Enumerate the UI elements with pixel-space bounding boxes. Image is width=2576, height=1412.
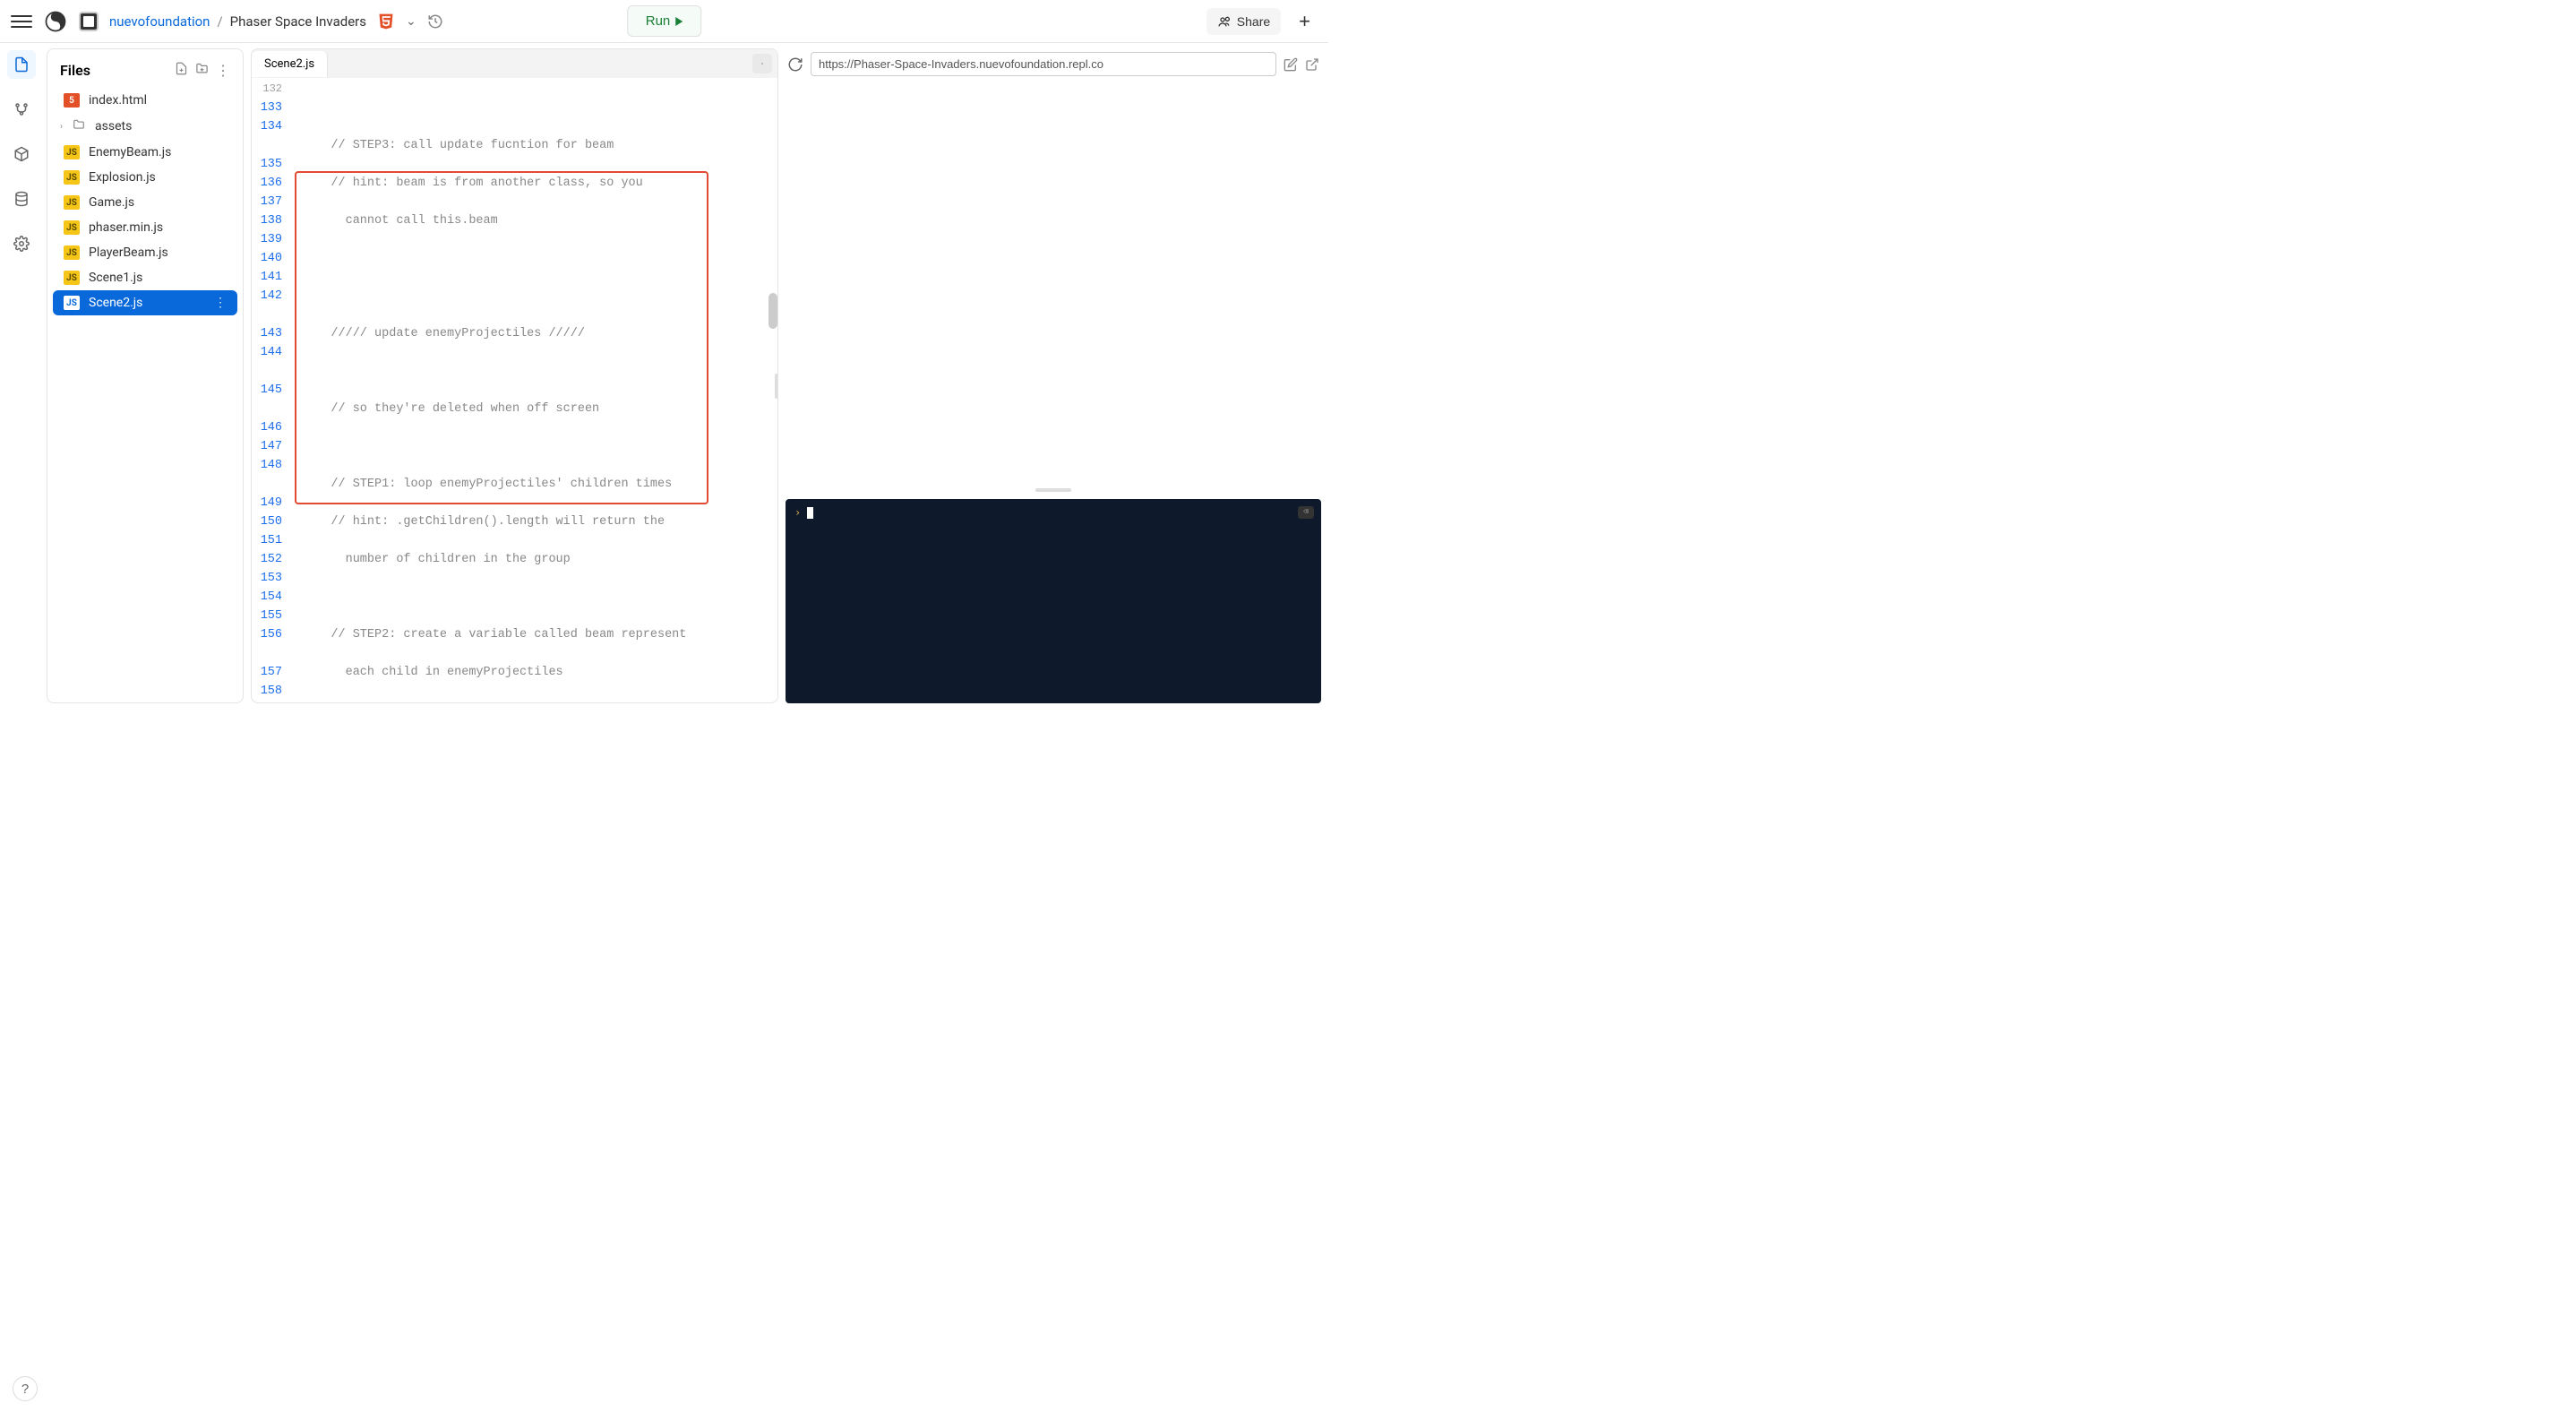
html5-icon: 5 <box>64 93 80 108</box>
line-gutter: 132 133 134 135 136 137 138 139 140 141 … <box>252 78 289 702</box>
open-external-icon[interactable] <box>1305 57 1319 72</box>
play-icon <box>675 17 683 26</box>
refresh-icon[interactable] <box>787 56 803 73</box>
files-panel: Files ⋮ 5index.html ›assets JSEnemyBeam.… <box>47 48 244 703</box>
file-scene1[interactable]: JSScene1.js <box>53 265 237 290</box>
preview-iframe[interactable] <box>786 85 1321 481</box>
share-icon <box>1217 14 1232 29</box>
folder-assets[interactable]: ›assets <box>53 113 237 140</box>
breadcrumb: nuevofoundation / Phaser Space Invaders <box>109 13 366 30</box>
file-more-icon[interactable]: ⋮ <box>214 296 227 310</box>
code-editor[interactable]: 132 133 134 135 136 137 138 139 140 141 … <box>252 78 777 702</box>
preview-header <box>786 48 1321 80</box>
console[interactable]: › ⌫ <box>786 499 1321 703</box>
js-icon: JS <box>64 195 80 210</box>
js-icon: JS <box>64 245 80 260</box>
chevron-down-icon[interactable]: ⌄ <box>406 14 416 29</box>
files-header: Files ⋮ <box>47 56 243 88</box>
console-prompt: › <box>794 506 801 519</box>
code-content[interactable]: // STEP3: call update fucntion for beam … <box>289 78 777 702</box>
new-folder-icon[interactable] <box>195 62 209 79</box>
tab-scene2[interactable]: Scene2.js <box>252 51 328 77</box>
files-more-icon[interactable]: ⋮ <box>216 62 230 79</box>
drag-handle-icon[interactable] <box>1035 488 1071 492</box>
share-label: Share <box>1237 14 1270 29</box>
editor-tabs: Scene2.js <box>252 49 777 78</box>
chevron-right-icon: › <box>60 122 63 132</box>
replit-logo-icon[interactable] <box>43 9 68 34</box>
editor-area: Scene2.js 132 133 134 135 136 137 138 13… <box>251 48 778 703</box>
file-phasermin[interactable]: JSphaser.min.js <box>53 215 237 240</box>
owner-link[interactable]: nuevofoundation <box>109 13 210 30</box>
rail-settings-icon[interactable] <box>7 229 36 258</box>
history-icon[interactable] <box>427 13 443 30</box>
file-game[interactable]: JSGame.js <box>53 190 237 215</box>
console-cursor <box>807 507 813 519</box>
left-rail <box>0 43 43 709</box>
folder-icon <box>72 118 86 134</box>
file-index-html[interactable]: 5index.html <box>53 88 237 113</box>
rail-database-icon[interactable] <box>7 185 36 213</box>
run-label: Run <box>646 13 671 29</box>
breadcrumb-separator: / <box>217 13 222 30</box>
rail-version-icon[interactable] <box>7 95 36 124</box>
edit-icon[interactable] <box>1284 57 1298 72</box>
file-enemybeam[interactable]: JSEnemyBeam.js <box>53 140 237 165</box>
js-icon: JS <box>64 296 80 310</box>
preview-url-input[interactable] <box>811 52 1276 76</box>
share-button[interactable]: Share <box>1206 8 1281 35</box>
rail-files-icon[interactable] <box>7 50 36 79</box>
scrollbar-thumb[interactable] <box>769 293 777 329</box>
rail-packages-icon[interactable] <box>7 140 36 168</box>
help-button[interactable]: ? <box>13 1376 38 1401</box>
top-header: nuevofoundation / Phaser Space Invaders … <box>0 0 1328 43</box>
js-icon: JS <box>64 170 80 185</box>
js-icon: JS <box>64 145 80 159</box>
run-button[interactable]: Run <box>627 5 702 37</box>
preview-area: › ⌫ <box>786 48 1321 703</box>
project-name[interactable]: Phaser Space Invaders <box>230 13 366 30</box>
highlight-box <box>295 171 708 504</box>
header-right: Share + <box>1206 6 1318 37</box>
file-playerbeam[interactable]: JSPlayerBeam.js <box>53 240 237 265</box>
main-content: Files ⋮ 5index.html ›assets JSEnemyBeam.… <box>0 43 1328 709</box>
resize-handle[interactable] <box>775 374 777 399</box>
file-scene2[interactable]: JSScene2.js⋮ <box>53 290 237 315</box>
project-avatar-icon[interactable] <box>79 12 99 31</box>
add-button[interactable]: + <box>1292 6 1318 37</box>
files-title: Files <box>60 62 167 79</box>
js-icon: JS <box>64 271 80 285</box>
console-close-icon[interactable]: ⌫ <box>1298 506 1314 519</box>
file-explosion[interactable]: JSExplosion.js <box>53 165 237 190</box>
js-icon: JS <box>64 220 80 235</box>
html5-icon <box>377 13 395 30</box>
hamburger-menu-icon[interactable] <box>11 12 32 31</box>
editor-panel-icon[interactable] <box>752 54 772 73</box>
new-file-icon[interactable] <box>175 62 188 79</box>
